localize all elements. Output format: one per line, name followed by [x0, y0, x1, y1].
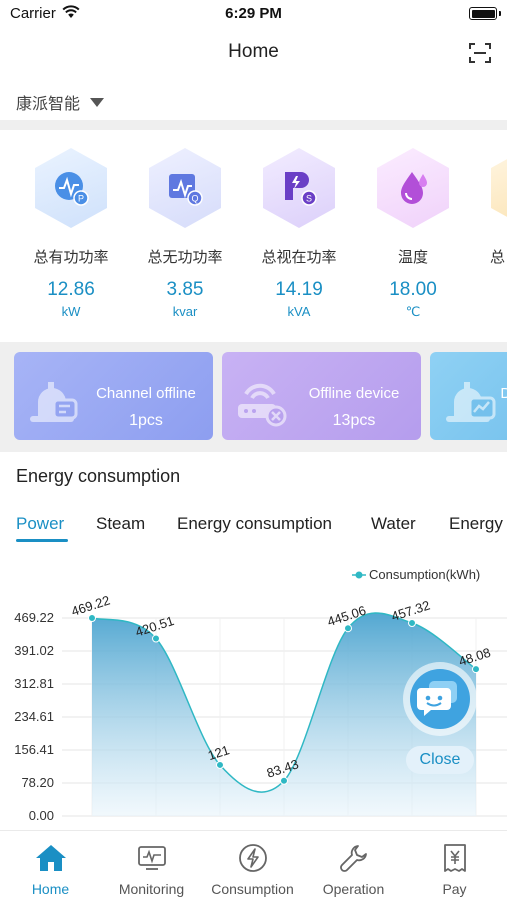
y-tick-label: 391.02 — [14, 643, 54, 658]
temperature-drop-icon — [401, 172, 427, 204]
metrics-strip[interactable]: P 总有功功率 12.86 kW Q 总无功功率 3.85 kvar S 总视在… — [0, 148, 507, 328]
metric-label: 总视在功率 — [261, 249, 337, 266]
metric-value: 18.00 — [389, 279, 437, 300]
data-point — [280, 776, 288, 785]
svg-text:S: S — [306, 194, 312, 204]
tabbar-monitoring[interactable]: Monitoring — [101, 843, 202, 897]
channel-offline-icon — [30, 382, 78, 422]
close-button[interactable]: Close — [406, 746, 474, 774]
tab-power[interactable]: Power — [16, 514, 64, 534]
card-count: 1pcs — [129, 412, 163, 429]
metric-value: 14.19 — [275, 279, 323, 300]
metric-label: 总无功功率 — [147, 249, 223, 266]
metric-unit: kW — [61, 304, 81, 319]
card-count: 13pcs — [332, 412, 376, 429]
metric-total-apparent-power[interactable]: S 总视在功率 14.19 kVA — [242, 148, 356, 319]
y-tick-label: 156.41 — [14, 742, 54, 757]
legend-label: Consumption(kWh) — [369, 567, 480, 582]
data-label: 48.08 — [457, 645, 493, 669]
active-tab-indicator — [16, 539, 68, 542]
svg-text:P: P — [78, 194, 84, 204]
data-point — [152, 634, 160, 643]
channel-offline-card[interactable]: Channel offline 1pcs — [14, 352, 213, 440]
y-tick-label: 0.00 — [29, 808, 54, 823]
power-s-icon: S — [285, 172, 317, 206]
metric-total-active-power[interactable]: P 总有功功率 12.86 kW — [14, 148, 128, 319]
section-divider — [0, 120, 507, 130]
tabbar-label: Monitoring — [118, 881, 185, 897]
offline-device-card[interactable]: Offline device 13pcs — [222, 352, 421, 440]
data-point — [88, 614, 96, 622]
home-icon — [35, 845, 66, 871]
metric-total-reactive-power[interactable]: Q 总无功功率 3.85 kvar — [128, 148, 242, 319]
device-card-partial[interactable]: De — [430, 352, 507, 440]
energy-section-title: Energy consumption — [16, 466, 181, 486]
tabbar-label: Pay — [442, 881, 467, 897]
y-tick-label: 469.22 — [14, 610, 54, 625]
wrench-icon — [339, 845, 367, 872]
data-point — [472, 665, 480, 674]
metric-label: 温度 — [397, 249, 428, 266]
metric-unit: kvar — [172, 304, 198, 319]
battery-icon — [469, 7, 501, 20]
tabbar-label: Home — [31, 881, 70, 897]
chat-fab[interactable] — [403, 662, 477, 736]
metric-temperature[interactable]: 温度 18.00 ℃ — [356, 148, 470, 320]
metric-label: 总 — [490, 249, 506, 266]
card-title: Offline device — [308, 385, 400, 402]
metric-partial[interactable]: 总 — [470, 148, 507, 267]
alert-cards-band: Channel offline 1pcs Offline device 13pc… — [0, 342, 507, 452]
y-tick-label: 78.20 — [21, 775, 54, 790]
offline-device-icon — [238, 383, 287, 427]
company-selector[interactable]: 康派智能 — [16, 90, 105, 114]
svg-text:Q: Q — [191, 194, 198, 204]
tabbar-label: Operation — [322, 881, 385, 897]
tab-steam[interactable]: Steam — [96, 514, 145, 534]
bottom-tab-bar: Home Monitoring Consumption Operation Pa… — [0, 830, 507, 900]
tabbar-pay[interactable]: Pay — [404, 843, 505, 897]
yen-bill-icon — [443, 844, 466, 872]
tab-water[interactable]: Water — [371, 514, 416, 534]
tabbar-operation[interactable]: Operation — [303, 843, 404, 897]
metric-value: 3.85 — [166, 279, 204, 300]
company-name: 康派智能 — [16, 96, 81, 113]
y-tick-label: 312.81 — [14, 676, 54, 691]
metric-unit: kVA — [287, 304, 311, 319]
tabbar-label: Consumption — [211, 881, 294, 897]
tab-energy[interactable]: Energy — [449, 514, 503, 534]
monitor-icon — [137, 846, 166, 870]
card-title: Channel offline — [96, 385, 196, 402]
tabbar-home[interactable]: Home — [0, 843, 101, 897]
metric-label: 总有功功率 — [33, 249, 109, 266]
data-point — [344, 624, 352, 633]
metric-unit: ℃ — [405, 304, 421, 319]
energy-tabs: Power Steam Energy consumption Water Ene… — [0, 512, 507, 546]
metric-value: 12.86 — [47, 279, 95, 300]
scan-icon[interactable] — [469, 42, 491, 64]
chat-bubbles-icon — [410, 669, 470, 729]
power-meter-p-icon: P — [55, 172, 89, 206]
lightning-icon — [238, 844, 267, 872]
page-title: Home — [228, 41, 279, 62]
clock: 6:29 PM — [225, 5, 282, 22]
card-title: De — [500, 385, 507, 402]
status-bar: Carrier 6:29 PM — [0, 0, 507, 28]
y-tick-label: 234.61 — [14, 709, 54, 724]
tab-energy-consumption[interactable]: Energy consumption — [177, 514, 332, 534]
tabbar-consumption[interactable]: Consumption — [202, 843, 303, 897]
chevron-down-icon — [90, 97, 105, 107]
power-meter-q-icon: Q — [169, 174, 203, 206]
data-point — [408, 619, 416, 628]
data-label: 121 — [206, 742, 231, 763]
data-point — [216, 760, 224, 769]
